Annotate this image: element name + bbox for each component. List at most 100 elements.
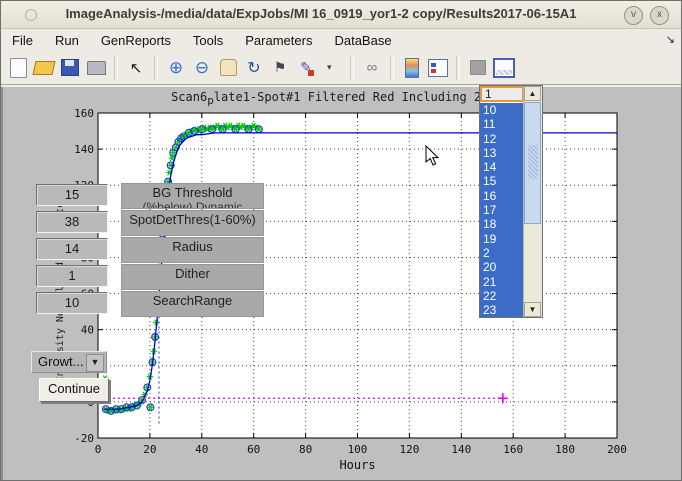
menu-item-run[interactable]: Run <box>44 31 90 50</box>
dropdown-item-23[interactable]: 23 <box>480 303 524 317</box>
x-tick-label: 20 <box>143 443 156 456</box>
spot-number-list: 10111213141516171819220212223 <box>480 103 524 317</box>
continue-button[interactable]: Continue <box>39 378 109 402</box>
brush-icon: ✎ <box>300 59 312 76</box>
save-icon[interactable] <box>59 57 81 79</box>
x-tick-label: 60 <box>247 443 260 456</box>
pan-hand-icon[interactable] <box>217 57 239 79</box>
bg-threshold-button[interactable]: BG Threshold(%below) Dynamic <box>121 183 264 209</box>
link-plot-icon[interactable]: ∞ <box>361 57 383 79</box>
dropdown-item-22[interactable]: 22 <box>480 289 524 303</box>
x-tick-label: 80 <box>299 443 312 456</box>
scroll-down-icon[interactable]: ▼ <box>524 302 541 317</box>
toolbar-separator <box>154 56 158 80</box>
brush-icon[interactable]: ✎ <box>295 57 317 79</box>
colorbar-icon <box>405 58 419 78</box>
spot-number-field[interactable]: 1 <box>480 86 524 102</box>
window-title: ImageAnalysis-/media/data/ExpJobs/MI 16_… <box>1 6 641 21</box>
x-tick-label: 0 <box>95 443 102 456</box>
radius-input[interactable]: 14 <box>36 238 108 260</box>
searchrange-input[interactable]: 10 <box>36 292 108 314</box>
datatip-icon[interactable]: ⚑ <box>269 57 291 79</box>
legend-icon <box>428 59 448 77</box>
button-sublabel: (%below) Dynamic <box>122 201 263 209</box>
mouse-cursor-icon <box>425 145 441 167</box>
datatip-icon: ⚑ <box>274 59 287 76</box>
spotdetthres-1-60--input[interactable]: 38 <box>36 211 108 233</box>
dropdown-item-2[interactable]: 2 <box>480 246 524 260</box>
menu-item-parameters[interactable]: Parameters <box>234 31 323 50</box>
menu-item-file[interactable]: File <box>1 31 44 50</box>
dither-button[interactable]: Dither <box>121 264 264 290</box>
dropdown-item-10[interactable]: 10 <box>480 103 524 117</box>
menu-bar: FileRunGenReportsToolsParametersDataBase <box>1 29 682 51</box>
dropdown-item-12[interactable]: 12 <box>480 132 524 146</box>
save-icon <box>61 59 79 76</box>
x-tick-label: 160 <box>503 443 523 456</box>
plot-tools-icon[interactable] <box>467 57 489 79</box>
dock-figure-icon[interactable] <box>493 57 515 79</box>
x-tick-label: 180 <box>555 443 575 456</box>
dropdown-item-16[interactable]: 16 <box>480 189 524 203</box>
searchrange-button[interactable]: SearchRange <box>121 291 264 317</box>
brush-caret-icon[interactable]: ▾ <box>321 57 343 79</box>
colorbar-icon[interactable] <box>401 57 423 79</box>
x-tick-label: 120 <box>399 443 419 456</box>
menu-corner-icon[interactable]: ↘ <box>666 33 675 46</box>
open-file-icon <box>33 61 56 75</box>
scrollbar-thumb[interactable] <box>524 102 541 224</box>
dropdown-caret-icon: ▼ <box>86 354 104 372</box>
x-tick-label: 200 <box>607 443 627 456</box>
growth-mode-label: Growt... <box>38 354 84 369</box>
pointer-icon[interactable]: ↖ <box>125 57 147 79</box>
chart-plot-area[interactable]: 020406080100120140160180200-200204060801… <box>9 87 682 481</box>
dropdown-item-15[interactable]: 15 <box>480 174 524 188</box>
toolbar-separator <box>390 56 394 80</box>
toolbar-separator <box>456 56 460 80</box>
toolbar-separator <box>350 56 354 80</box>
growth-mode-dropdown[interactable]: Growt... ▼ <box>31 351 107 373</box>
dropdown-item-18[interactable]: 18 <box>480 217 524 231</box>
print-icon[interactable] <box>85 57 107 79</box>
shade-window-button[interactable]: v <box>624 6 643 25</box>
scroll-up-icon[interactable]: ▲ <box>524 86 541 101</box>
rotate-3d-icon: ↻ <box>247 58 260 78</box>
rotate-3d-icon[interactable]: ↻ <box>243 57 265 79</box>
dropdown-item-17[interactable]: 17 <box>480 203 524 217</box>
dither-input[interactable]: 1 <box>36 265 108 287</box>
close-window-button[interactable]: x <box>650 6 669 25</box>
x-tick-label: 40 <box>195 443 208 456</box>
menu-item-tools[interactable]: Tools <box>182 31 234 50</box>
pan-hand-icon <box>220 59 237 76</box>
dropdown-item-14[interactable]: 14 <box>480 160 524 174</box>
spotdetthres-1-60--button[interactable]: SpotDetThres(1-60%) <box>121 210 264 236</box>
dropdown-scrollbar[interactable]: ▲ ▼ <box>523 86 542 317</box>
dropdown-item-11[interactable]: 11 <box>480 117 524 131</box>
zoom-in-icon[interactable]: ⊕ <box>165 57 187 79</box>
print-icon <box>87 61 106 75</box>
menu-item-genreports[interactable]: GenReports <box>90 31 182 50</box>
dropdown-item-19[interactable]: 19 <box>480 232 524 246</box>
y-tick-label: 140 <box>74 143 94 156</box>
legend-icon[interactable] <box>427 57 449 79</box>
radius-button[interactable]: Radius <box>121 237 264 263</box>
new-file-icon <box>10 58 27 78</box>
zoom-out-icon[interactable]: ⊖ <box>191 57 213 79</box>
plot-tools-icon <box>470 60 486 75</box>
spot-number-dropdown-popup: 1 10111213141516171819220212223 ▲ ▼ <box>479 85 543 318</box>
dropdown-item-13[interactable]: 13 <box>480 146 524 160</box>
y-tick-label: 160 <box>74 107 94 120</box>
x-tick-label: 140 <box>451 443 471 456</box>
bg-threshold-input[interactable]: 15 <box>36 184 108 206</box>
zoom-out-icon: ⊖ <box>195 58 209 78</box>
dropdown-item-20[interactable]: 20 <box>480 260 524 274</box>
toolbar: ↖ ⊕ ⊖ ↻ ⚑ ✎ ▾ ∞ <box>1 51 682 86</box>
dropdown-item-21[interactable]: 21 <box>480 275 524 289</box>
toolbar-separator <box>114 56 118 80</box>
menu-item-database[interactable]: DataBase <box>323 31 402 50</box>
open-file-icon[interactable] <box>33 57 55 79</box>
new-file-icon[interactable] <box>7 57 29 79</box>
scrollbar-grip <box>528 145 538 179</box>
dock-figure-icon <box>493 58 515 78</box>
pointer-icon: ↖ <box>130 59 143 77</box>
